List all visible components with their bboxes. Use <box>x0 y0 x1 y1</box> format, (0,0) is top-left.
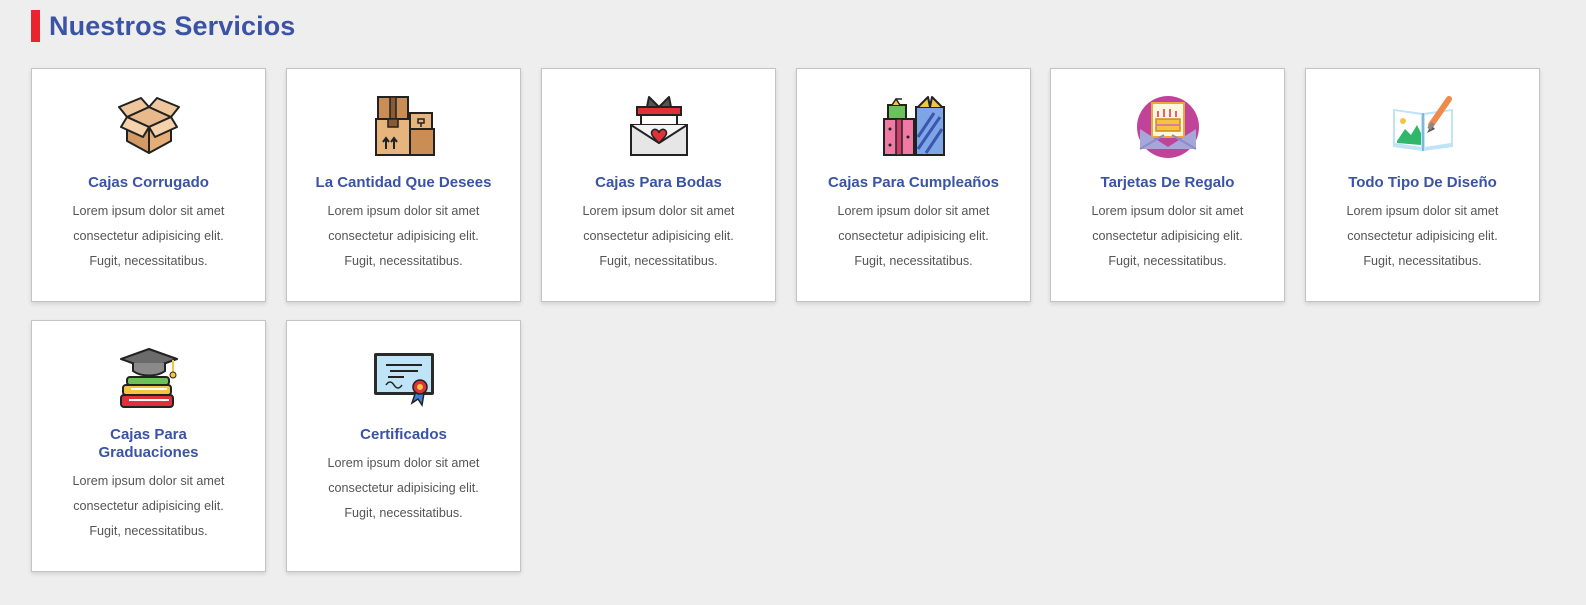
wedding-envelope-gift-icon <box>627 95 691 159</box>
title-accent-bar <box>31 10 40 42</box>
service-card-cajas-para-bodas[interactable]: Cajas Para Bodas Lorem ipsum dolor sit a… <box>541 68 776 302</box>
certificate-icon <box>372 347 436 411</box>
service-title: Todo Tipo De Diseño <box>1348 174 1497 191</box>
service-description: Lorem ipsum dolor sit amet consectetur a… <box>72 204 225 268</box>
service-card-cajas-para-cumpleanos[interactable]: Cajas Para Cumpleaños Lorem ipsum dolor … <box>796 68 1031 302</box>
graduation-cap-books-icon <box>117 347 181 411</box>
section-title: Nuestros Servicios <box>49 10 296 41</box>
service-description: Lorem ipsum dolor sit amet consectetur a… <box>837 204 990 268</box>
stacked-boxes-icon <box>372 95 436 159</box>
service-card-todo-tipo-de-diseno[interactable]: Todo Tipo De Diseño Lorem ipsum dolor si… <box>1305 68 1540 302</box>
service-card-tarjetas-de-regalo[interactable]: Tarjetas De Regalo Lorem ipsum dolor sit… <box>1050 68 1285 302</box>
service-title: Cajas Para Cumpleaños <box>828 174 999 191</box>
service-description: Lorem ipsum dolor sit amet consectetur a… <box>327 204 480 268</box>
service-description: Lorem ipsum dolor sit amet consectetur a… <box>582 204 735 268</box>
gift-boxes-icon <box>882 95 946 159</box>
service-card-certificados[interactable]: Certificados Lorem ipsum dolor sit amet … <box>286 320 521 572</box>
service-title: Cajas Corrugado <box>88 174 209 191</box>
service-card-la-cantidad-que-desees[interactable]: La Cantidad Que Desees Lorem ipsum dolor… <box>286 68 521 302</box>
service-description: Lorem ipsum dolor sit amet consectetur a… <box>1091 204 1244 268</box>
service-description: Lorem ipsum dolor sit amet consectetur a… <box>327 456 480 520</box>
open-box-icon <box>117 95 181 159</box>
service-card-cajas-para-graduaciones[interactable]: Cajas Para Graduaciones Lorem ipsum dolo… <box>31 320 266 572</box>
service-card-cajas-corrugado[interactable]: Cajas Corrugado Lorem ipsum dolor sit am… <box>31 68 266 302</box>
design-book-brush-icon <box>1391 95 1455 159</box>
service-title: Cajas Para Graduaciones <box>98 426 199 461</box>
service-title: Tarjetas De Regalo <box>1100 174 1235 191</box>
service-title: La Cantidad Que Desees <box>315 174 492 191</box>
birthday-card-icon <box>1136 95 1200 159</box>
service-description: Lorem ipsum dolor sit amet consectetur a… <box>1346 204 1499 268</box>
service-description: Lorem ipsum dolor sit amet consectetur a… <box>72 474 225 538</box>
service-title: Cajas Para Bodas <box>595 174 722 191</box>
section-header: Nuestros Servicios <box>31 10 295 42</box>
service-title: Certificados <box>360 426 447 443</box>
